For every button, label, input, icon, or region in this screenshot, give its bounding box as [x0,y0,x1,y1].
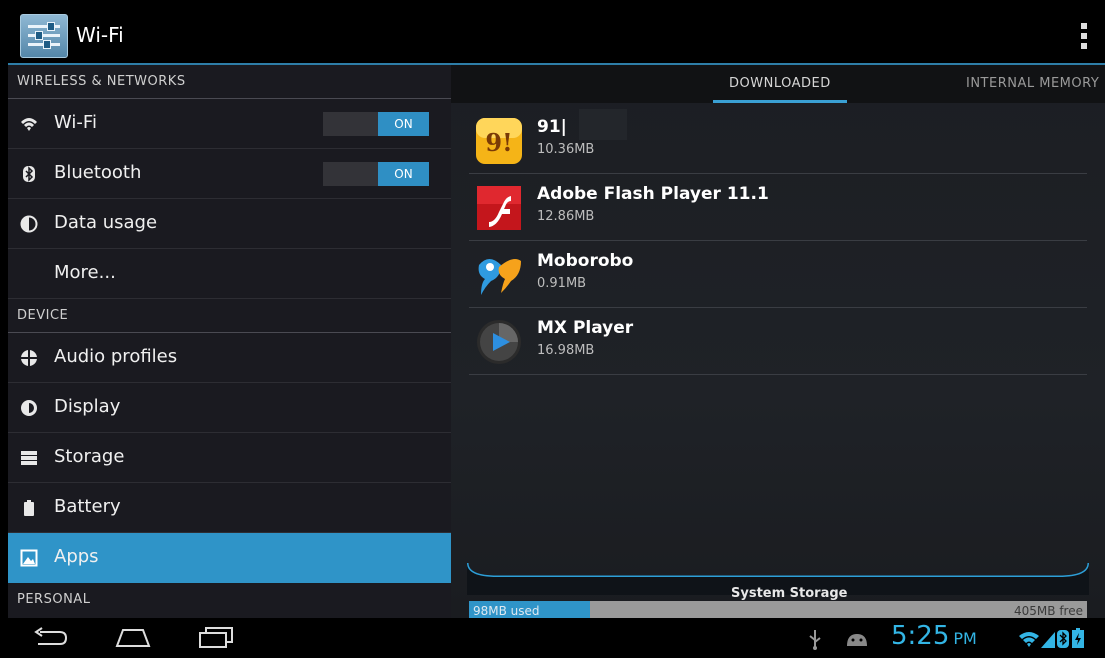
moborobo-icon [478,259,521,295]
svg-text:9!: 9! [485,128,512,157]
display-icon [21,400,37,416]
section-header-label: WIRELESS & NETWORKS [17,74,186,89]
app-size: 16.98MB [537,343,595,358]
settings-item-wifi[interactable]: Wi-Fi ON [8,99,451,149]
settings-item-display[interactable]: Display [8,383,451,433]
section-header-label: DEVICE [17,308,69,323]
app-name: 91| [537,117,567,137]
settings-item-apps[interactable]: Apps [8,533,451,583]
section-header-device: DEVICE [8,299,451,333]
settings-icon[interactable] [20,14,68,58]
recent-apps-icon[interactable] [196,626,236,650]
settings-item-storage[interactable]: Storage [8,433,451,483]
settings-list: WIRELESS & NETWORKS Wi-Fi ON Bluetooth O… [8,65,451,618]
app-size: 0.91MB [537,276,587,291]
clock-time: 5:25 [891,621,950,651]
page-title: Wi-Fi [76,23,124,47]
tab-bar: DOWNLOADED INTERNAL MEMORY [451,65,1105,103]
settings-item-label: Storage [54,446,125,467]
section-header-wireless: WIRELESS & NETWORKS [8,65,451,99]
audio-profiles-icon [21,350,37,366]
wifi-icon [21,118,37,131]
mx-player-icon [477,320,521,364]
app-list-item[interactable]: MX Player 16.98MB [469,308,1087,375]
status-clock: 5:25 PM [891,621,977,651]
settings-item-label: Wi-Fi [54,112,97,133]
flash-player-icon [477,186,521,230]
app-size: 12.86MB [537,209,595,224]
app-list-item[interactable]: Moborobo 0.91MB [469,241,1087,308]
settings-item-label: Display [54,396,121,417]
tab-internal-memory[interactable]: INTERNAL MEMORY [966,76,1099,91]
bluetooth-toggle-on-label: ON [378,162,429,186]
settings-item-bluetooth[interactable]: Bluetooth ON [8,149,451,199]
settings-item-battery[interactable]: Battery [8,483,451,533]
tab-indicator [713,100,847,103]
bluetooth-status-icon [1057,630,1069,648]
battery-icon [24,500,34,516]
redaction-block [579,109,627,140]
settings-item-label: Battery [54,496,121,517]
app-name: MX Player [537,318,634,338]
back-icon[interactable] [30,626,70,650]
screen: Wi-Fi WIRELESS & NETWORKS Wi-Fi ON Bluet… [8,8,1105,658]
app-name: Moborobo [537,251,634,271]
battery-status-icon [1072,628,1084,648]
usb-icon [809,630,821,650]
clock-ampm: PM [953,629,977,648]
android-debug-icon [847,634,867,646]
tab-downloaded[interactable]: DOWNLOADED [729,76,831,91]
91-app-icon: 9! [476,118,522,164]
home-icon[interactable] [113,626,153,650]
wifi-toggle[interactable]: ON [323,112,429,136]
bluetooth-toggle[interactable]: ON [323,162,429,186]
settings-item-label: Apps [54,546,99,567]
settings-item-label: More... [54,262,116,283]
storage-used-text: 98MB used [473,604,540,618]
settings-item-label: Bluetooth [54,162,142,183]
app-list-item[interactable]: 9! 91| 10.36MB [469,107,1087,174]
overflow-menu-icon[interactable] [1081,23,1087,49]
settings-item-more[interactable]: More... [8,249,451,299]
settings-item-audio-profiles[interactable]: Audio profiles [8,333,451,383]
app-list-item[interactable]: Adobe Flash Player 11.1 12.86MB [469,174,1087,241]
system-bar: 5:25 PM [8,618,1105,658]
wifi-signal-icon [1019,632,1039,647]
settings-item-label: Data usage [54,212,158,233]
settings-item-data-usage[interactable]: Data usage [8,199,451,249]
system-storage-label: System Storage [731,586,848,601]
section-header-personal: PERSONAL [8,583,451,618]
cell-signal-icon [1041,632,1055,648]
data-usage-icon [20,215,38,233]
section-header-label: PERSONAL [17,592,91,607]
bluetooth-icon [23,166,35,182]
apps-pane: DOWNLOADED INTERNAL MEMORY 9! 91| 10.36M… [451,65,1105,621]
app-name: Adobe Flash Player 11.1 [537,184,769,204]
apps-icon [20,549,38,567]
storage-free-text: 405MB free [1014,604,1083,618]
settings-item-label: Audio profiles [54,346,178,367]
app-size: 10.36MB [537,142,595,157]
action-bar: Wi-Fi [8,8,1105,65]
storage-icon [21,451,37,465]
wifi-toggle-on-label: ON [378,112,429,136]
